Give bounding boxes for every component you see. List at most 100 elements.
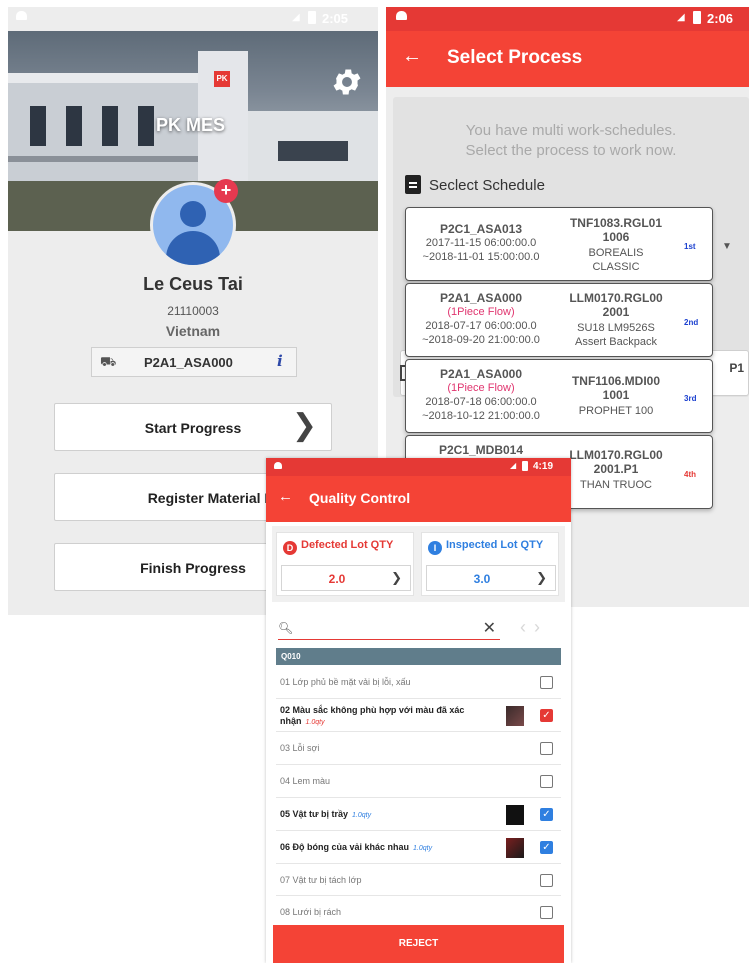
signal-icon: ◢: [292, 12, 300, 23]
pager: ‹›: [520, 617, 548, 638]
inspected-lot-value: 3.0: [473, 572, 491, 586]
search-input[interactable]: 🔍︎ ✕: [278, 618, 500, 640]
item-code: LLM0170.RGL00: [569, 448, 663, 462]
reject-button[interactable]: REJECT: [273, 925, 564, 963]
info-badge-icon: I: [428, 541, 442, 555]
multi-schedule-notice: You have multi work-schedules. Select th…: [393, 121, 749, 161]
app-bar: ← Quality Control: [266, 476, 571, 522]
defect-row[interactable]: 04 Lem màu: [276, 765, 561, 798]
inspected-lot-card: I Inspected Lot QTY 3.0 ❯: [421, 532, 559, 596]
inspected-lot-field[interactable]: 3.0 ❯: [426, 565, 556, 591]
item-code: TNF1106.MDI00: [571, 374, 661, 388]
section-header: Q010: [276, 648, 561, 665]
machine-icon: ⛟: [100, 354, 117, 369]
process-field-partial: P1: [729, 361, 744, 375]
defect-label: 08 Lưới bị rách: [280, 907, 490, 918]
defect-label: 07 Vật tư bị tách lớp: [280, 875, 490, 886]
defect-row[interactable]: 07 Vật tư bị tách lớp: [276, 864, 561, 896]
schedule-item-3[interactable]: P2A1_ASA000 (1Piece Flow) 2018-07-18 06:00…: [405, 359, 713, 433]
schedule-start: 2018-07-18 06:00:00.0: [425, 396, 537, 408]
process-selector[interactable]: ⛟ P2A1_ASA000 i: [91, 347, 297, 377]
android-icon: [274, 462, 282, 469]
start-progress-label: Start Progress: [144, 420, 242, 436]
schedule-rank: 2nd: [684, 318, 699, 327]
schedule-code: P2A1_ASA000: [439, 291, 523, 305]
defect-text: 05 Vật tư bị trầy: [280, 809, 349, 819]
defect-row[interactable]: 02 Màu sắc không phù hợp với màu đã xác …: [276, 699, 561, 732]
search-icon: 🔍︎: [278, 621, 294, 635]
defect-label: 04 Lem màu: [280, 776, 490, 787]
android-icon: [16, 11, 27, 20]
user-id: 21110003: [167, 304, 219, 318]
item-desc: SU18 LM9526S: [577, 322, 655, 334]
user-country: Vietnam: [165, 323, 221, 339]
defect-checkbox[interactable]: ✓: [540, 808, 553, 821]
defect-photo-thumbnail[interactable]: [506, 706, 524, 726]
next-icon[interactable]: ›: [534, 617, 548, 637]
page-title: Select Process: [447, 47, 583, 68]
back-arrow-icon[interactable]: ←: [402, 45, 422, 68]
defected-lot-field[interactable]: 2.0 ❯: [281, 565, 411, 591]
status-bar: ◢ 2:05: [8, 7, 378, 31]
defected-lot-card: D Defected Lot QTY 2.0 ❯: [276, 532, 414, 596]
defect-checkbox[interactable]: [540, 742, 553, 755]
prev-icon[interactable]: ‹: [520, 617, 534, 637]
start-progress-button[interactable]: Start Progress ❯: [54, 403, 332, 451]
dropdown-arrow-icon[interactable]: ▼: [722, 241, 732, 252]
add-photo-icon[interactable]: +: [214, 179, 238, 203]
signal-icon: ◢: [510, 461, 517, 470]
notice-line-1: You have multi work-schedules.: [465, 122, 677, 139]
defect-text: 04 Lem màu: [280, 776, 331, 786]
defect-row[interactable]: 05 Vật tư bị trầy 1.0qty ✓: [276, 798, 561, 831]
finish-progress-label: Finish Progress: [140, 560, 246, 576]
status-time: 4:19: [533, 461, 554, 472]
person-icon: [180, 201, 206, 227]
defect-checkbox[interactable]: [540, 676, 553, 689]
defect-row[interactable]: 06 Độ bóng của vải khác nhau 1.0qty ✓: [276, 831, 561, 864]
schedule-code: P2C1_ASA013: [439, 222, 523, 236]
defected-lot-label: Defected Lot QTY: [301, 539, 394, 551]
defect-row[interactable]: 03 Lỗi sợi: [276, 732, 561, 765]
schedule-item-2[interactable]: P2A1_ASA000 (1Piece Flow) 2018-07-17 06:00…: [405, 283, 713, 357]
defect-text: 03 Lỗi sợi: [280, 743, 320, 753]
battery-icon: [522, 461, 528, 471]
defect-checkbox[interactable]: [540, 906, 553, 919]
item-code-suffix: 2001.P1: [593, 462, 639, 476]
schedule-rank: 1st: [684, 242, 696, 251]
defect-label: 01 Lớp phủ bề mặt vải bị lỗi, xấu: [280, 677, 490, 688]
schedule-item-1[interactable]: P2C1_ASA013 2017-11-15 06:00:00.0 ~2018-11…: [405, 207, 713, 281]
signal-icon: ◢: [677, 12, 685, 23]
clear-icon[interactable]: ✕: [483, 618, 496, 638]
info-icon[interactable]: i: [277, 352, 283, 370]
defect-badge-icon: D: [283, 541, 297, 555]
defect-label: 02 Màu sắc không phù hợp với màu đã xác …: [280, 705, 490, 728]
page-title: Quality Control: [309, 490, 411, 506]
status-bar: ◢ 4:19: [266, 458, 571, 476]
defect-row[interactable]: 01 Lớp phủ bề mặt vải bị lỗi, xấu: [276, 666, 561, 699]
app-bar: ← Select Process: [386, 31, 749, 87]
defect-checkbox[interactable]: ✓: [540, 841, 553, 854]
item-desc: THAN TRUOC: [580, 479, 652, 491]
defect-checkbox[interactable]: ✓: [540, 709, 553, 722]
defect-qty: 1.0qty: [413, 845, 433, 852]
item-code: LLM0170.RGL00: [569, 291, 663, 305]
defect-checkbox[interactable]: [540, 874, 553, 887]
defect-text: 01 Lớp phủ bề mặt vải bị lỗi, xấu: [280, 677, 411, 687]
quality-control-screen: ◢ 4:19 ← Quality Control D Defected Lot Q…: [266, 458, 571, 963]
defect-text: 07 Vật tư bị tách lớp: [280, 875, 362, 885]
defect-photo-thumbnail[interactable]: [506, 838, 524, 858]
defect-text: 06 Độ bóng của vải khác nhau: [280, 842, 410, 852]
schedule-rank: 4th: [684, 470, 696, 479]
inspected-lot-label: Inspected Lot QTY: [446, 539, 544, 551]
battery-icon: [308, 11, 316, 24]
schedule-tag: (1Piece Flow): [447, 382, 515, 394]
schedule-rank: 3rd: [684, 394, 697, 403]
gear-icon[interactable]: [330, 65, 364, 99]
chevron-right-icon: ❯: [391, 570, 402, 585]
defect-photo-thumbnail[interactable]: [506, 805, 524, 825]
defect-label: 06 Độ bóng của vải khác nhau 1.0qty: [280, 842, 490, 854]
back-arrow-icon[interactable]: ←: [278, 488, 293, 505]
defect-checkbox[interactable]: [540, 775, 553, 788]
battery-icon: [693, 11, 701, 24]
defect-row[interactable]: 08 Lưới bị rách: [276, 896, 561, 928]
